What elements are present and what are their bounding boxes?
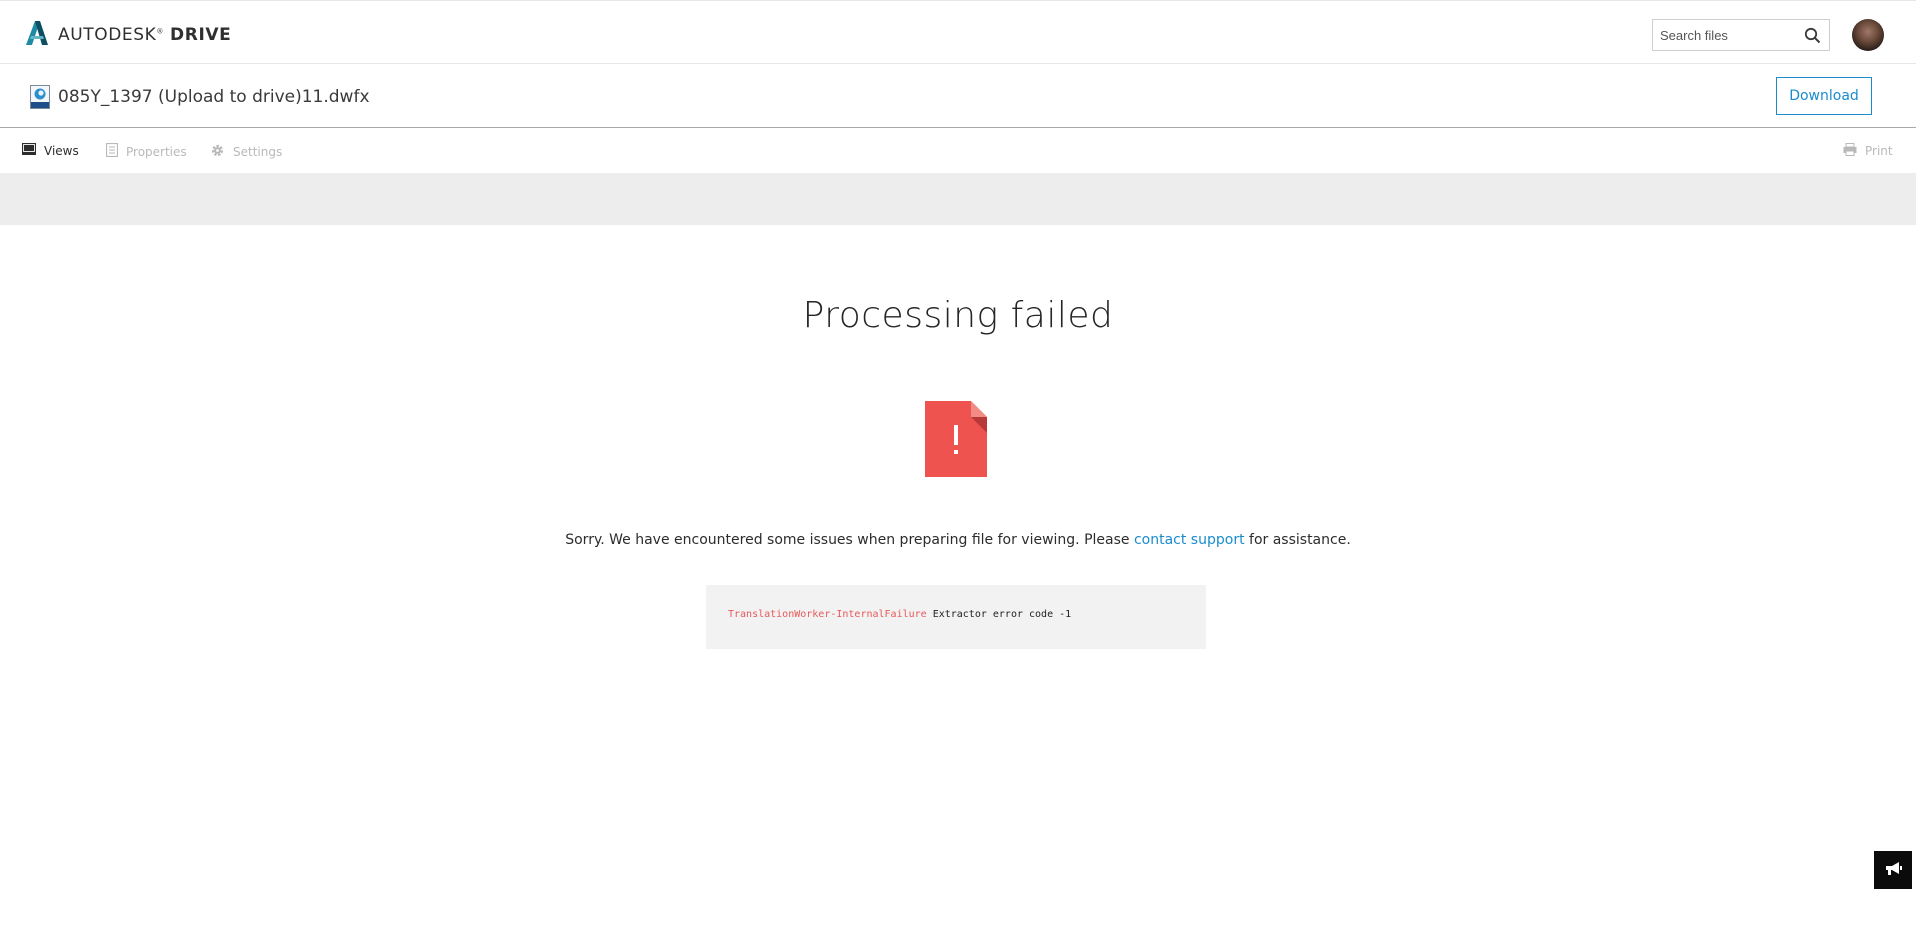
gear-icon <box>210 143 225 161</box>
search-input[interactable] <box>1653 21 1793 49</box>
user-avatar[interactable] <box>1852 19 1884 51</box>
brand-wordmark: AUTODESK® DRIVE <box>58 25 232 45</box>
brand[interactable]: AUTODESK® DRIVE <box>26 20 232 50</box>
file-name: 085Y_1397 (Upload to drive)11.dwfx <box>58 87 370 107</box>
tab-settings[interactable]: Settings <box>210 143 282 161</box>
error-document-icon <box>925 401 987 482</box>
error-code-key: TranslationWorker-InternalFailure <box>728 609 927 620</box>
error-message: Sorry. We have encountered some issues w… <box>0 532 1916 548</box>
monitor-icon <box>21 142 37 158</box>
autodesk-logo-icon <box>26 20 48 50</box>
file-bar: 085Y_1397 (Upload to drive)11.dwfx Downl… <box>0 64 1916 128</box>
top-header: AUTODESK® DRIVE <box>0 0 1916 64</box>
tab-properties[interactable]: Properties <box>105 142 187 160</box>
download-button[interactable]: Download <box>1776 77 1872 115</box>
error-code-detail: Extractor error code -1 <box>932 609 1072 620</box>
brand-name: AUTODESK <box>58 25 157 45</box>
tab-settings-label: Settings <box>233 145 283 159</box>
tab-views-label: Views <box>44 143 79 158</box>
viewer-toolbar: Views Properties Settings Print <box>0 129 1916 173</box>
document-list-icon <box>105 142 119 160</box>
announcements-button[interactable] <box>1874 851 1912 889</box>
error-code-box: TranslationWorker-InternalFailure Extract… <box>706 585 1206 649</box>
error-title: Processing failed <box>802 295 1114 336</box>
dwfx-file-icon <box>30 85 50 114</box>
error-message-before: Sorry. We have encountered some issues w… <box>565 532 1134 548</box>
viewer-band <box>0 173 1916 225</box>
error-panel: Processing failed Sorry. We have encount… <box>0 225 1916 938</box>
contact-support-link[interactable]: contact support <box>1134 532 1245 548</box>
tab-properties-label: Properties <box>126 144 187 159</box>
megaphone-icon <box>1884 861 1902 880</box>
search-icon[interactable] <box>1804 27 1821 49</box>
printer-icon <box>1843 143 1857 159</box>
search-box <box>1652 19 1830 51</box>
error-message-after: for assistance. <box>1244 532 1351 548</box>
print-label: Print <box>1865 144 1893 158</box>
print-button[interactable]: Print <box>1843 143 1893 159</box>
tab-views[interactable]: Views <box>21 142 79 158</box>
brand-product: DRIVE <box>170 25 232 45</box>
